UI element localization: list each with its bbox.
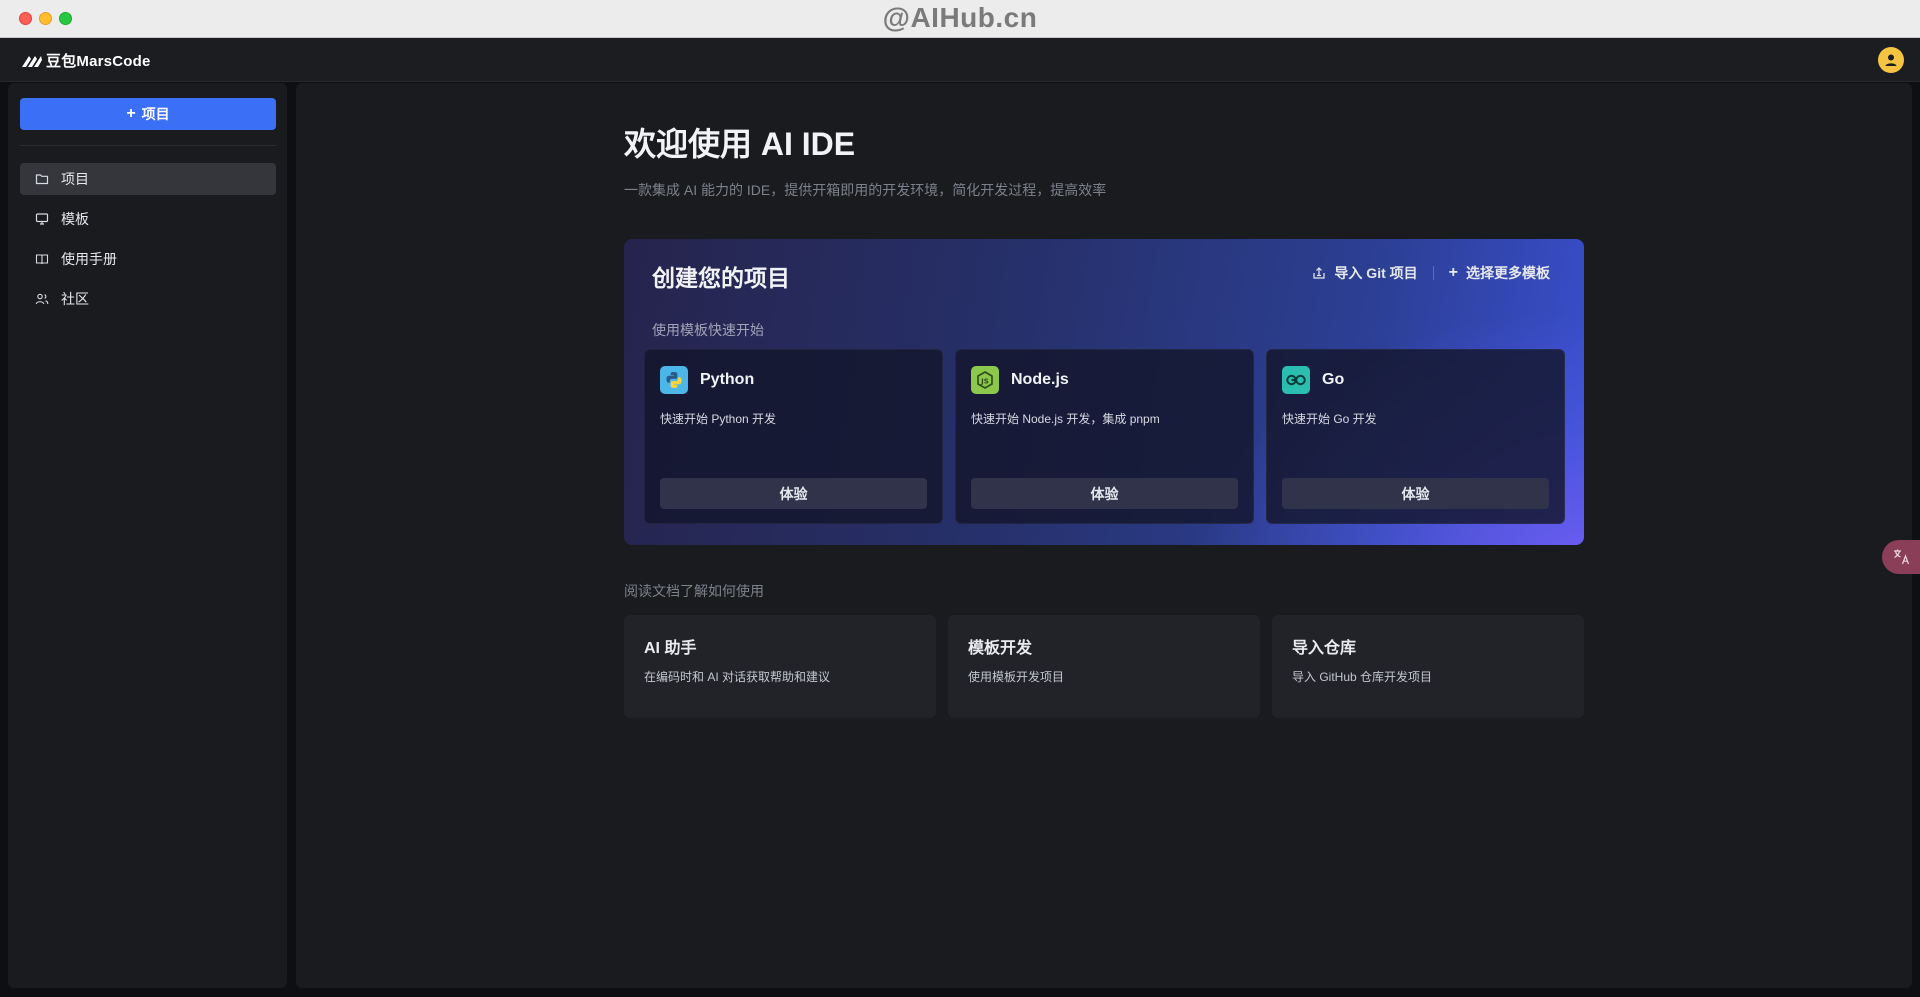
main-content: 欢迎使用 AI IDE 一款集成 AI 能力的 IDE，提供开箱即用的开发环境，… <box>624 119 1584 718</box>
doc-title: 导入仓库 <box>1292 640 1357 657</box>
user-avatar[interactable] <box>1878 47 1904 73</box>
book-icon <box>35 252 49 266</box>
template-hint: 使用模板快速开始 <box>652 322 764 338</box>
import-icon <box>1313 267 1326 279</box>
new-project-label: 项目 <box>141 106 170 122</box>
more-templates-label: 选择更多模板 <box>1466 265 1550 281</box>
sidebar-item-label: 使用手册 <box>61 251 117 267</box>
sidebar-item-label: 项目 <box>61 171 89 187</box>
import-git-label: 导入 Git 项目 <box>1334 265 1418 281</box>
template-desc: 快速开始 Node.js 开发，集成 pnpm <box>971 412 1160 426</box>
nodejs-icon: JS <box>971 366 999 394</box>
doc-title: 模板开发 <box>968 640 1033 657</box>
sidebar-item-label: 模板 <box>61 211 89 227</box>
go-icon <box>1282 366 1310 394</box>
template-header: JS Node.js <box>971 366 1069 394</box>
monitor-icon <box>35 212 49 226</box>
action-divider <box>1432 266 1434 280</box>
sidebar-nav: 项目 模板 使用手册 社区 <box>20 163 276 323</box>
plus-icon: + <box>126 105 136 122</box>
user-icon <box>1885 54 1897 66</box>
brand-logo[interactable]: 豆包MarsCode <box>21 50 151 71</box>
template-card-python[interactable]: Python 快速开始 Python 开发 体验 <box>644 349 943 524</box>
users-icon <box>35 292 49 306</box>
create-project-card: 创建您的项目 导入 Git 项目 + 选择更多模板 使用模板快速开始 Pytho… <box>624 239 1584 545</box>
plus-icon: + <box>1448 264 1458 281</box>
try-go-button[interactable]: 体验 <box>1282 478 1549 509</box>
docs-hint: 阅读文档了解如何使用 <box>624 583 764 599</box>
watermark-text: @AIHub.cn <box>882 2 1038 33</box>
template-card-go[interactable]: Go 快速开始 Go 开发 体验 <box>1266 349 1565 524</box>
template-header: Go <box>1282 366 1344 394</box>
template-name: Python <box>700 371 755 388</box>
translate-widget[interactable] <box>1882 540 1920 574</box>
doc-desc: 使用模板开发项目 <box>968 670 1065 684</box>
template-card-nodejs[interactable]: JS Node.js 快速开始 Node.js 开发，集成 pnpm 体验 <box>955 349 1254 524</box>
create-actions: 导入 Git 项目 + 选择更多模板 <box>1312 263 1550 283</box>
doc-card-import-repo[interactable]: 导入仓库 导入 GitHub 仓库开发项目 <box>1272 615 1584 718</box>
page-title: 欢迎使用 AI IDE <box>624 126 856 162</box>
template-desc: 快速开始 Go 开发 <box>1282 412 1377 426</box>
try-python-button[interactable]: 体验 <box>660 478 927 509</box>
main-panel: 欢迎使用 AI IDE 一款集成 AI 能力的 IDE，提供开箱即用的开发环境，… <box>296 83 1912 988</box>
docs-list: AI 助手 在编码时和 AI 对话获取帮助和建议 模板开发 使用模板开发项目 导… <box>624 615 1584 718</box>
brand-name: 豆包MarsCode <box>46 53 151 70</box>
doc-card-ai-assistant[interactable]: AI 助手 在编码时和 AI 对话获取帮助和建议 <box>624 615 936 718</box>
try-nodejs-button[interactable]: 体验 <box>971 478 1238 509</box>
template-desc: 快速开始 Python 开发 <box>660 412 777 426</box>
template-name: Node.js <box>1011 371 1069 388</box>
svg-text:JS: JS <box>980 378 989 386</box>
more-templates-button[interactable]: + 选择更多模板 <box>1449 263 1550 283</box>
sidebar-item-community[interactable]: 社区 <box>20 283 276 315</box>
doc-desc: 在编码时和 AI 对话获取帮助和建议 <box>644 670 831 684</box>
window-titlebar: @AIHub.cn <box>0 0 1920 38</box>
doc-title: AI 助手 <box>644 640 697 657</box>
template-name: Go <box>1322 371 1345 388</box>
sidebar-divider <box>20 145 276 146</box>
import-git-button[interactable]: 导入 Git 项目 <box>1312 263 1418 283</box>
app-header: 豆包MarsCode <box>0 38 1920 82</box>
page-subtitle: 一款集成 AI 能力的 IDE，提供开箱即用的开发环境，简化开发过程，提高效率 <box>624 182 1107 198</box>
sidebar-item-templates[interactable]: 模板 <box>20 203 276 235</box>
python-icon <box>660 366 688 394</box>
marscode-logo-icon <box>22 55 42 67</box>
sidebar-item-manual[interactable]: 使用手册 <box>20 243 276 275</box>
sidebar: + 项目 项目 模板 使用手册 社区 <box>8 83 287 988</box>
create-project-title: 创建您的项目 <box>652 265 790 291</box>
template-header: Python <box>660 366 754 394</box>
doc-card-template-dev[interactable]: 模板开发 使用模板开发项目 <box>948 615 1260 718</box>
new-project-button[interactable]: + 项目 <box>20 98 276 130</box>
translate-icon <box>1894 549 1910 565</box>
doc-desc: 导入 GitHub 仓库开发项目 <box>1292 670 1433 684</box>
folder-icon <box>35 172 49 186</box>
template-list: Python 快速开始 Python 开发 体验 JS Node.js 快速开始… <box>644 349 1565 524</box>
sidebar-item-projects[interactable]: 项目 <box>20 163 276 195</box>
sidebar-item-label: 社区 <box>61 291 89 307</box>
